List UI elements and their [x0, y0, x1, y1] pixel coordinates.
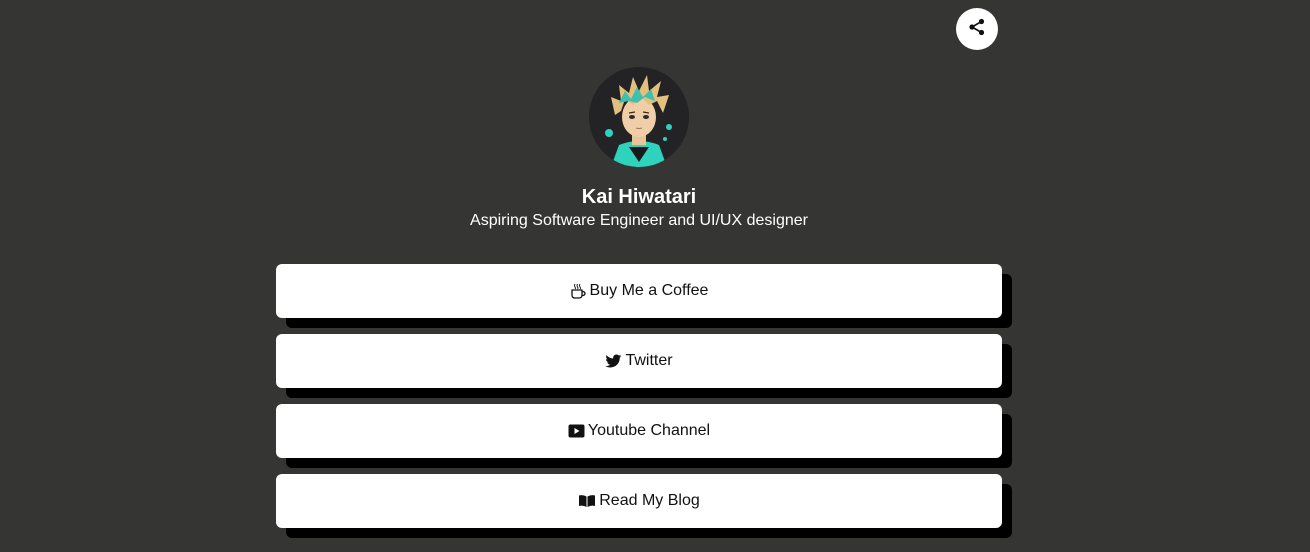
read-my-blog-button[interactable]: Read My Blog	[276, 474, 1002, 528]
avatar	[589, 67, 689, 167]
link-label: Buy Me a Coffee	[589, 282, 709, 299]
open-book-icon	[578, 494, 596, 508]
link-label: Read My Blog	[599, 492, 700, 509]
youtube-icon	[568, 424, 585, 438]
buy-me-a-coffee-button[interactable]: Buy Me a Coffee	[276, 264, 1002, 318]
twitter-button[interactable]: Twitter	[276, 334, 1002, 388]
link-label: Twitter	[625, 352, 673, 369]
twitter-bird-icon	[605, 354, 622, 369]
share-button[interactable]	[956, 8, 998, 50]
youtube-channel-button[interactable]: Youtube Channel	[276, 404, 1002, 458]
links-list: Buy Me a Coffee Twitter Youtube Channel …	[276, 264, 1002, 544]
share-icon	[968, 18, 986, 41]
profile-bio: Aspiring Software Engineer and UI/UX des…	[470, 212, 808, 229]
link-label: Youtube Channel	[587, 422, 711, 439]
coffee-cup-icon	[570, 283, 587, 300]
profile-name: Kai Hiwatari	[581, 186, 697, 208]
